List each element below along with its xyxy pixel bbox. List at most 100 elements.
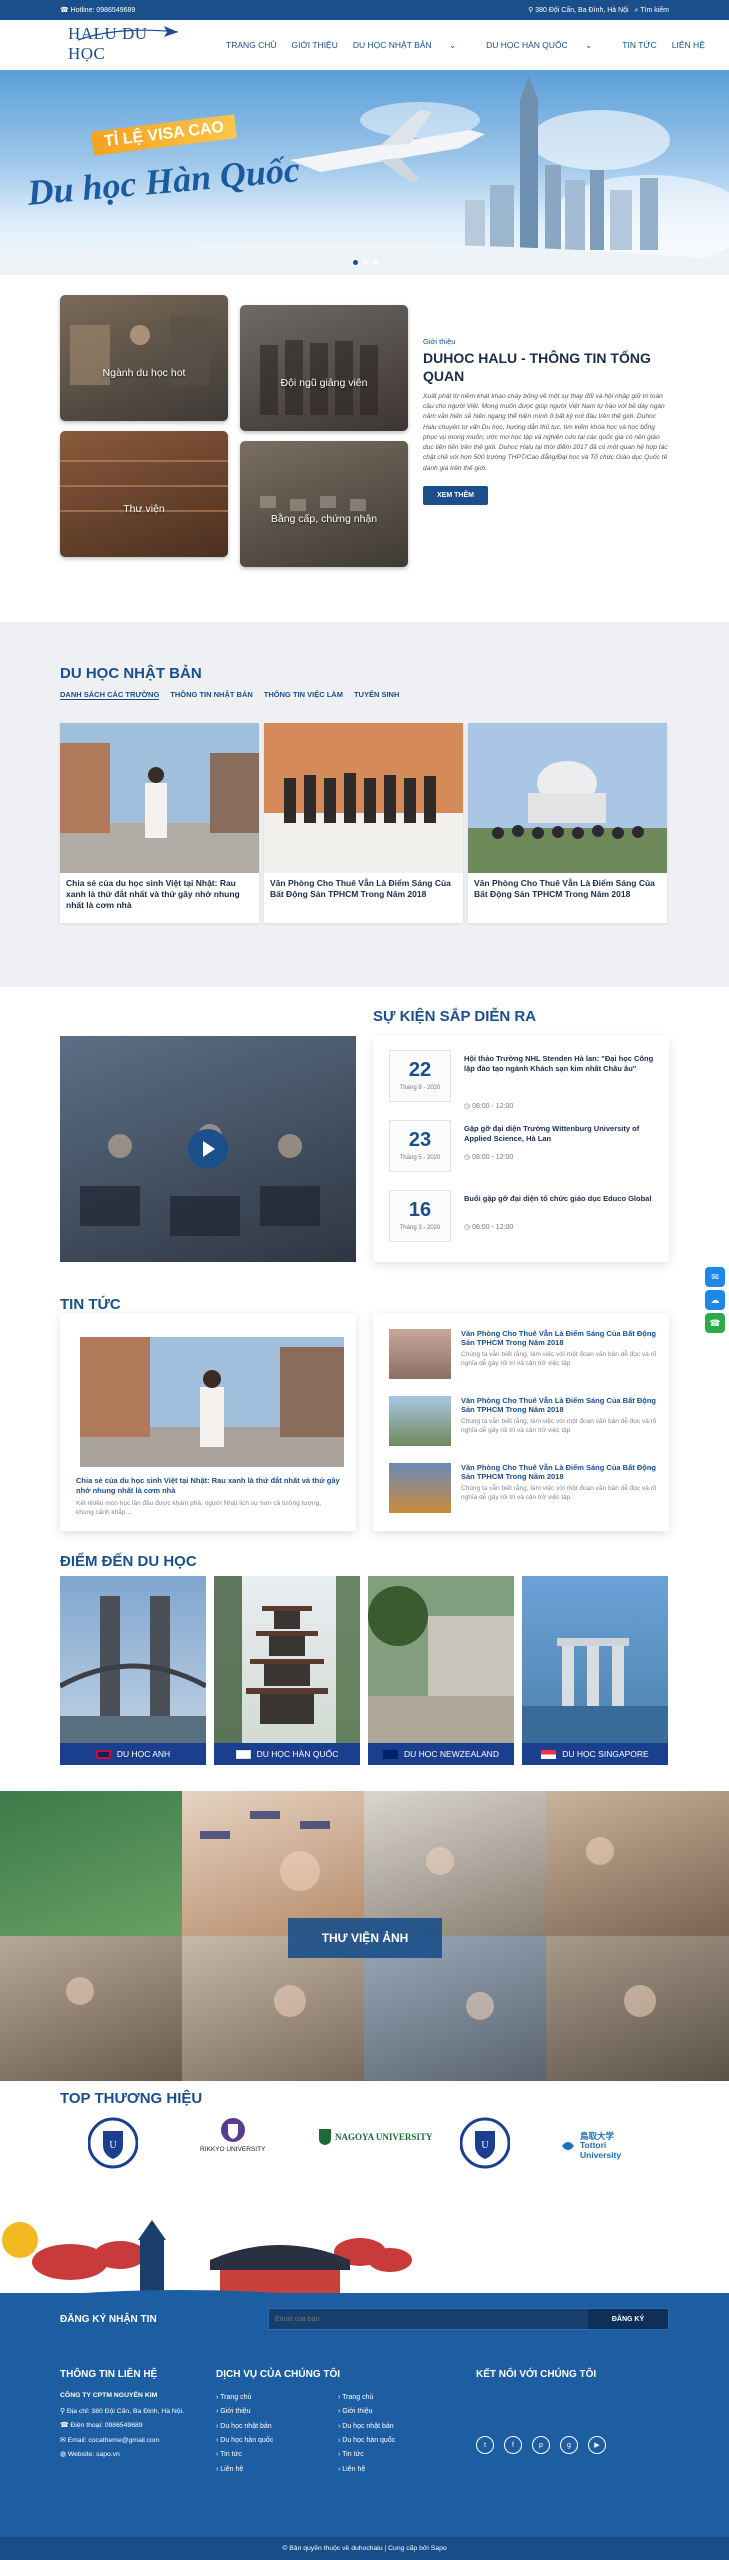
- footer-link[interactable]: › Liên hệ: [338, 2463, 395, 2477]
- footer-link[interactable]: › Giới thiệu: [338, 2405, 395, 2419]
- footer-link[interactable]: › Trang chủ: [216, 2391, 273, 2405]
- tab-japan-info[interactable]: THÔNG TIN NHẬT BẢN: [170, 690, 253, 700]
- footer-link[interactable]: › Du học nhật bản: [338, 2420, 395, 2434]
- destination-newzealand[interactable]: DU HỌC NEWZEALAND: [368, 1576, 514, 1765]
- youtube-icon[interactable]: ▶: [588, 2436, 606, 2454]
- nav-home[interactable]: TRANG CHỦ: [226, 40, 277, 51]
- event-item[interactable]: 23 Tháng 5 - 2020 Gặp gỡ đại diện Trường …: [389, 1120, 657, 1180]
- clock-icon: ◷: [464, 1224, 473, 1231]
- hero-banner[interactable]: TỈ LỆ VISA CAO Du học Hàn Quốc: [0, 70, 729, 275]
- footer-link[interactable]: › Du học nhật bản: [216, 2420, 273, 2434]
- read-more-button[interactable]: XEM THÊM: [423, 485, 488, 505]
- facebook-icon[interactable]: f: [504, 2436, 522, 2454]
- footer-link[interactable]: › Du học hàn quốc: [338, 2434, 395, 2448]
- messenger-icon[interactable]: ✉: [705, 1267, 725, 1287]
- destination-image: [368, 1586, 514, 1743]
- japan-card[interactable]: Văn Phòng Cho Thuê Vẫn Là Điểm Sáng Của …: [468, 723, 667, 923]
- tab-admission[interactable]: TUYỂN SINH: [354, 690, 399, 700]
- news-side-list: Văn Phòng Cho Thuê Vẫn Là Điểm Sáng Của …: [373, 1313, 669, 1531]
- nav-japan[interactable]: DU HỌC NHẬT BẢN ⌄: [353, 40, 471, 51]
- social-title: KẾT NỐI VỚI CHÚNG TÔI: [476, 2369, 597, 2380]
- brand-logo[interactable]: NAGOYA UNIVERSITY: [318, 2128, 432, 2146]
- brand-logo[interactable]: U: [88, 2117, 138, 2169]
- tile-library[interactable]: Thư viện: [60, 431, 228, 557]
- gallery-title[interactable]: THƯ VIỆN ẢNH: [288, 1918, 442, 1958]
- destination-singapore[interactable]: DU HỌC SINGAPORE: [522, 1576, 668, 1765]
- card-image: [60, 723, 259, 873]
- subscribe-button[interactable]: ĐĂNG KÝ: [588, 2309, 668, 2329]
- brand-logo[interactable]: RIKKYO UNIVERSITY: [200, 2117, 265, 2153]
- tottori-logo-icon: [562, 2142, 574, 2151]
- search-link[interactable]: Tìm kiếm: [640, 7, 669, 14]
- tile-certificates[interactable]: Bằng cấp, chứng nhận: [240, 441, 408, 567]
- tab-schools[interactable]: DANH SÁCH CÁC TRƯỜNG: [60, 690, 160, 700]
- copyright-bar: © Bản quyền thuộc về duhochalu | Cung cấ…: [0, 2537, 729, 2560]
- japan-tabs: DANH SÁCH CÁC TRƯỜNG THÔNG TIN NHẬT BẢN …: [60, 690, 399, 700]
- tile-majors[interactable]: Ngành du học hot: [60, 295, 228, 421]
- nav-about[interactable]: GIỚI THIỆU: [292, 40, 338, 51]
- slider-dot[interactable]: [353, 260, 358, 265]
- brand-logo[interactable]: 鳥取大学 Tottori University: [560, 2131, 640, 2160]
- event-date: 23 Tháng 5 - 2020: [389, 1120, 451, 1172]
- google-icon[interactable]: g: [560, 2436, 578, 2454]
- intro-text: Giới thiệu DUHOC HALU - THÔNG TIN TỔNG Q…: [423, 337, 669, 505]
- twitter-icon[interactable]: t: [476, 2436, 494, 2454]
- event-date: 16 Tháng 3 - 2020: [389, 1190, 451, 1242]
- destination-image: [214, 1576, 360, 1743]
- contact-info: CÔNG TY CPTM NGUYỄN KIM ⚲ Địa chỉ: 380 Đ…: [60, 2392, 184, 2458]
- news-item[interactable]: Văn Phòng Cho Thuê Vẫn Là Điểm Sáng Của …: [389, 1329, 661, 1385]
- footer-link[interactable]: › Tin tức: [216, 2448, 273, 2462]
- svg-text:U: U: [109, 2140, 117, 2151]
- destination-uk[interactable]: DU HỌC ANH: [60, 1576, 206, 1765]
- footer-link[interactable]: › Du học hàn quốc: [216, 2434, 273, 2448]
- event-item[interactable]: 22 Tháng 8 - 2020 Hội thảo Trường NHL Ste…: [389, 1050, 657, 1110]
- clock-icon: ◷: [464, 1103, 473, 1110]
- newsletter-title: ĐĂNG KÝ NHẬN TIN: [60, 2314, 157, 2325]
- hotline[interactable]: ☎ Hotline: 0986549689: [60, 6, 135, 14]
- phone-icon: ☎: [60, 2422, 71, 2430]
- pinterest-icon[interactable]: p: [532, 2436, 550, 2454]
- chevron-down-icon: ⌄: [448, 40, 457, 50]
- event-video[interactable]: [60, 1036, 356, 1262]
- nagoya-crest-icon: [319, 2129, 331, 2145]
- news-item[interactable]: Văn Phòng Cho Thuê Vẫn Là Điểm Sáng Của …: [389, 1463, 661, 1519]
- footer-links-col1: › Trang chủ › Giới thiệu › Du học nhật b…: [216, 2391, 273, 2477]
- events-list: 22 Tháng 8 - 2020 Hội thảo Trường NHL Ste…: [373, 1036, 669, 1262]
- japan-card[interactable]: Văn Phòng Cho Thuê Vẫn Là Điểm Sáng Của …: [264, 723, 463, 923]
- footer-link[interactable]: › Liên hệ: [216, 2463, 273, 2477]
- japan-card[interactable]: Chia sẻ của du học sinh Việt tại Nhật: R…: [60, 723, 259, 923]
- nav-news[interactable]: TIN TỨC: [622, 40, 657, 51]
- copyright-text: © Bản quyền thuộc về duhochalu | Cung cấ…: [282, 2545, 447, 2552]
- slider-dot[interactable]: [373, 260, 378, 265]
- newsletter-form: ĐĂNG KÝ: [268, 2308, 669, 2330]
- brand-logo[interactable]: U: [460, 2117, 510, 2169]
- logo[interactable]: HALU DU HỌC: [68, 24, 188, 64]
- play-icon[interactable]: [188, 1129, 228, 1169]
- footer-link[interactable]: › Trang chủ: [338, 2391, 395, 2405]
- topbar-address: 380 Đội Cấn, Ba Đình, Hà Nội: [535, 7, 629, 14]
- contact-title: THÔNG TIN LIÊN HỆ: [60, 2369, 158, 2380]
- slider-dots: [353, 260, 378, 265]
- footer-link[interactable]: › Giới thiệu: [216, 2405, 273, 2419]
- event-title: Gặp gỡ đại diện Trường Wittenburg Univer…: [464, 1124, 640, 1143]
- japan-title: DU HỌC NHẬT BẢN: [60, 665, 202, 682]
- tile-teachers[interactable]: Đội ngũ giảng viên: [240, 305, 408, 431]
- event-title: Buổi gặp gỡ đại diện tổ chức giáo dục Ed…: [464, 1194, 652, 1203]
- news-featured-title: Chia sẻ của du học sinh Việt tại Nhật: R…: [76, 1476, 340, 1495]
- chat-icon[interactable]: ☁: [705, 1290, 725, 1310]
- email-field[interactable]: [269, 2309, 589, 2329]
- phone-call-icon[interactable]: ☎: [705, 1313, 725, 1333]
- slider-dot[interactable]: [363, 260, 368, 265]
- tab-jobs[interactable]: THÔNG TIN VIỆC LÀM: [264, 690, 343, 700]
- footer-link[interactable]: › Tin tức: [338, 2448, 395, 2462]
- card-image: [264, 723, 463, 873]
- globe-icon: ◍: [60, 2450, 68, 2458]
- news-featured[interactable]: Chia sẻ của du học sinh Việt tại Nhật: R…: [60, 1313, 356, 1531]
- event-item[interactable]: 16 Tháng 3 - 2020 Buổi gặp gỡ đại diện tổ…: [389, 1190, 657, 1250]
- location-icon: ⚲: [60, 2408, 67, 2416]
- nav-korea[interactable]: DU HỌC HÀN QUỐC ⌄: [486, 40, 607, 51]
- news-item[interactable]: Văn Phòng Cho Thuê Vẫn Là Điểm Sáng Của …: [389, 1396, 661, 1452]
- nav-contact[interactable]: LIÊN HỆ: [672, 40, 705, 51]
- uk-flag-icon: [95, 1749, 111, 1759]
- destination-korea[interactable]: DU HỌC HÀN QUỐC: [214, 1576, 360, 1765]
